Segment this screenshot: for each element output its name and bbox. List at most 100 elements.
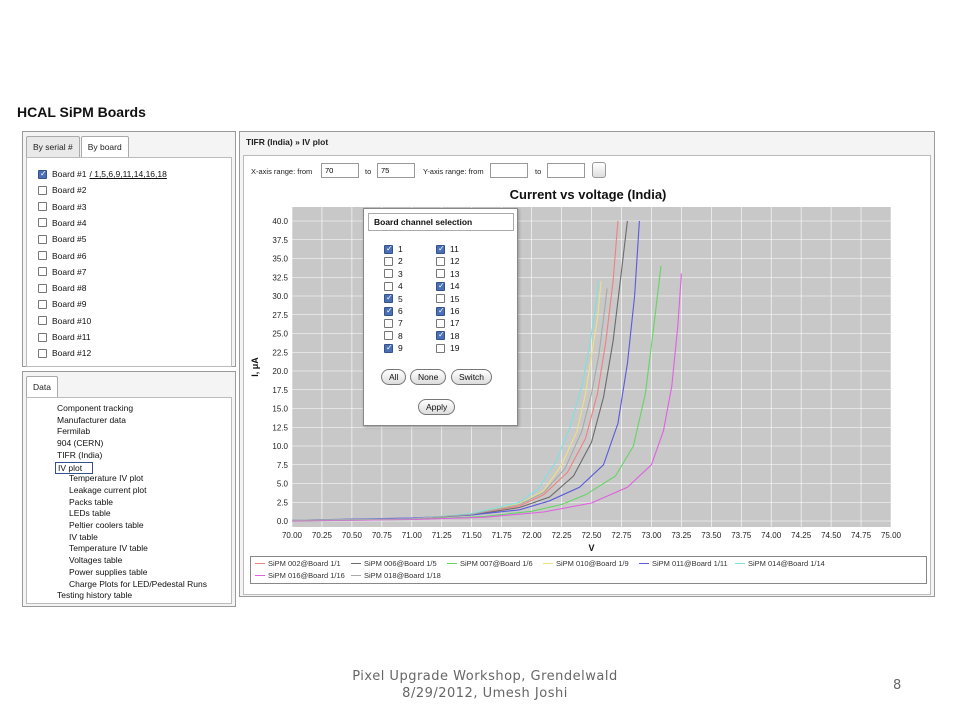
channel-checkbox[interactable] (384, 293, 393, 304)
tree-item[interactable]: Charge Plots for LED/Pedestal Runs (69, 579, 207, 589)
board-item[interactable]: Board #9 (38, 298, 87, 310)
chart-legend: SiPM 002@Board 1/1 SiPM 006@Board 1/5 SiPM… (250, 556, 927, 584)
channel-option[interactable]: 16 (436, 306, 459, 316)
footer-line-2: 8/29/2012, Umesh Joshi (402, 686, 568, 701)
channel-option[interactable]: 17 (436, 318, 459, 328)
channel-option[interactable]: 4 (384, 281, 403, 291)
channel-checkbox[interactable] (384, 331, 393, 341)
board-item[interactable]: Board #12 (38, 347, 91, 359)
y-to-input[interactable] (547, 163, 585, 178)
board-item[interactable]: Board #4 (38, 217, 87, 229)
channel-option[interactable]: 2 (384, 256, 403, 266)
channel-option[interactable]: 1 (384, 244, 403, 254)
board-item[interactable]: Board #7 (38, 266, 87, 278)
apply-button[interactable]: Apply (418, 399, 456, 415)
channel-option[interactable]: 15 (436, 294, 459, 304)
tree-item[interactable]: Voltages table (69, 555, 122, 565)
y-from-input[interactable] (490, 163, 528, 178)
tree-item[interactable]: Leakage current plot (69, 485, 147, 495)
channel-option[interactable]: 13 (436, 269, 459, 279)
board-item[interactable]: Board #10 (38, 315, 91, 327)
tree-item[interactable]: Power supplies table (69, 567, 147, 577)
tree-item[interactable]: IV table (69, 532, 98, 542)
channel-checkbox[interactable] (384, 343, 393, 353)
switch-button[interactable]: Switch (451, 369, 493, 385)
tree-item[interactable]: LEDs table (69, 508, 111, 518)
channel-option[interactable]: 18 (436, 330, 459, 341)
channel-checkbox[interactable] (436, 244, 445, 254)
tree-item[interactable]: Manufacturer data (57, 415, 126, 425)
none-button[interactable]: None (410, 369, 447, 385)
channel-option[interactable]: 7 (384, 318, 403, 328)
board-checkbox[interactable] (38, 283, 47, 293)
channel-option[interactable]: 3 (384, 269, 403, 279)
x-to-input[interactable] (377, 163, 415, 178)
board-item[interactable]: Board #11 (38, 331, 91, 343)
tab-by-board[interactable]: By board (80, 136, 129, 159)
apply-range-button[interactable] (592, 162, 606, 178)
board-checkbox[interactable] (38, 185, 47, 195)
channel-checkbox[interactable] (384, 318, 393, 328)
channel-checkbox[interactable] (384, 256, 393, 266)
channel-option[interactable]: 14 (436, 281, 459, 291)
tree-item[interactable]: Packs table (69, 497, 113, 507)
channel-checkbox[interactable] (436, 256, 445, 266)
channel-checkbox[interactable] (436, 330, 445, 341)
board-item[interactable]: Board #1/ 1,5,6,9,11,14,16,18 (38, 168, 167, 180)
channel-checkbox[interactable] (384, 244, 393, 254)
channel-option[interactable]: 9 (384, 343, 403, 353)
channel-checkbox[interactable] (436, 269, 445, 279)
board-item[interactable]: Board #5 (38, 233, 87, 245)
board-checkbox[interactable] (38, 316, 47, 326)
chart-title: Current vs voltage (India) (509, 187, 667, 202)
x-from-input[interactable] (321, 163, 359, 178)
board-checkbox[interactable] (38, 251, 47, 260)
tree-item[interactable]: 904 (CERN) (57, 438, 103, 448)
channel-option[interactable]: 6 (384, 306, 403, 316)
legend-label: SiPM 006@Board 1/5 (364, 559, 437, 568)
board-item[interactable]: Board #2 (38, 184, 87, 196)
all-button[interactable]: All (381, 369, 407, 385)
channel-option[interactable]: 11 (436, 244, 459, 254)
tree-item[interactable]: Component tracking (57, 403, 133, 413)
tree-item[interactable]: Fermilab (57, 426, 90, 436)
channel-label: 7 (398, 318, 403, 329)
channel-checkbox[interactable] (436, 318, 445, 328)
channel-checkbox[interactable] (384, 281, 393, 291)
board-checkbox[interactable] (38, 348, 47, 358)
channel-option[interactable]: 8 (384, 331, 403, 341)
tree-item[interactable]: Temperature IV plot (69, 473, 143, 483)
tree-item[interactable]: Temperature IV table (69, 543, 148, 553)
channel-option[interactable]: 5 (384, 293, 403, 304)
board-checkbox[interactable] (38, 299, 47, 309)
board-checkbox[interactable] (38, 267, 47, 277)
tree-item[interactable]: TIFR (India) (57, 450, 102, 460)
data-tabs: Data (26, 376, 59, 399)
channel-option[interactable]: 19 (436, 343, 459, 353)
board-checkbox[interactable] (38, 218, 47, 228)
legend-swatch (255, 563, 265, 564)
board-item[interactable]: Board #3 (38, 201, 87, 213)
board-checkbox[interactable] (38, 332, 47, 342)
channel-checkbox[interactable] (384, 306, 393, 316)
tree-item[interactable]: Testing history table (57, 590, 132, 600)
channel-checkbox[interactable] (384, 269, 393, 279)
channel-checkbox[interactable] (436, 294, 445, 304)
channel-checkbox[interactable] (436, 281, 445, 291)
board-channels-link[interactable]: / 1,5,6,9,11,14,16,18 (90, 169, 167, 179)
legend-swatch (351, 575, 361, 576)
channel-option[interactable]: 12 (436, 256, 459, 266)
tree-item[interactable]: IV plot (55, 461, 94, 474)
board-item[interactable]: Board #8 (38, 282, 87, 294)
channel-checkbox[interactable] (436, 343, 445, 353)
board-checkbox[interactable] (38, 202, 47, 212)
tab-by-serial[interactable]: By serial # (26, 136, 80, 158)
board-checkbox[interactable] (38, 169, 47, 179)
tab-data[interactable]: Data (26, 376, 58, 399)
board-item[interactable]: Board #6 (38, 250, 87, 262)
channel-checkbox[interactable] (436, 306, 445, 316)
tree-item[interactable]: Peltier coolers table (69, 520, 144, 530)
board-checkbox[interactable] (38, 234, 47, 244)
legend-label: SiPM 014@Board 1/14 (748, 559, 825, 568)
legend-swatch (639, 563, 649, 564)
